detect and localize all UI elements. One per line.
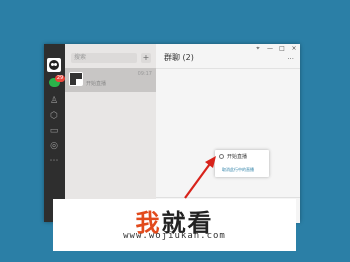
more-icon[interactable]: ⋯ [49,156,59,166]
chat-header: 群聊 (2) ⌖ — □ × ··· [156,44,300,69]
add-button[interactable]: + [141,53,151,63]
avatar-eye-right [54,63,57,66]
close-button[interactable]: × [290,45,298,52]
sidebar: 29 ♙ ⬡ ▭ ◎ ⋯ [44,44,65,222]
group-avatar-tile [70,79,76,85]
start-live-item[interactable]: 开始直播 [219,153,247,160]
chat-messages [156,69,300,197]
user-avatar[interactable] [47,58,61,72]
live-popup-menu: 开始直播 取消此行中的直播 [215,150,269,177]
conversation-time: 09:17 [137,71,152,77]
pin-icon[interactable]: ⌖ [254,45,262,53]
search-input[interactable]: 搜索 [71,53,137,63]
watermark-url: www.wojiukan.com [123,231,226,241]
more-button[interactable]: ··· [287,55,294,63]
chat-title: 群聊 (2) [164,53,194,62]
folder-icon[interactable]: ▭ [49,126,59,136]
conversation-list: 搜索 + 09:17 开始直播 [65,44,157,222]
live-icon [219,154,224,159]
maximize-button[interactable]: □ [278,45,286,52]
moments-icon[interactable]: ◎ [49,141,59,151]
popup-subitem[interactable]: 取消此行中的直播 [222,167,254,173]
group-avatar [69,72,83,86]
group-avatar-tile [76,73,82,79]
conversation-preview: 开始直播 [86,81,107,87]
contacts-icon[interactable]: ♙ [49,96,59,106]
watermark-banner: 我就看 www.wojiukan.com [53,199,296,251]
favorites-icon[interactable]: ⬡ [49,111,59,121]
start-live-label: 开始直播 [227,154,248,160]
unread-badge: 29 [55,75,65,82]
list-item[interactable]: 09:17 开始直播 [65,68,156,92]
minimize-button[interactable]: — [266,45,274,52]
wechat-window: 29 ♙ ⬡ ▭ ◎ ⋯ 搜索 + 09:17 开始直播 群聊 (2) ⌖ — … [44,44,300,223]
